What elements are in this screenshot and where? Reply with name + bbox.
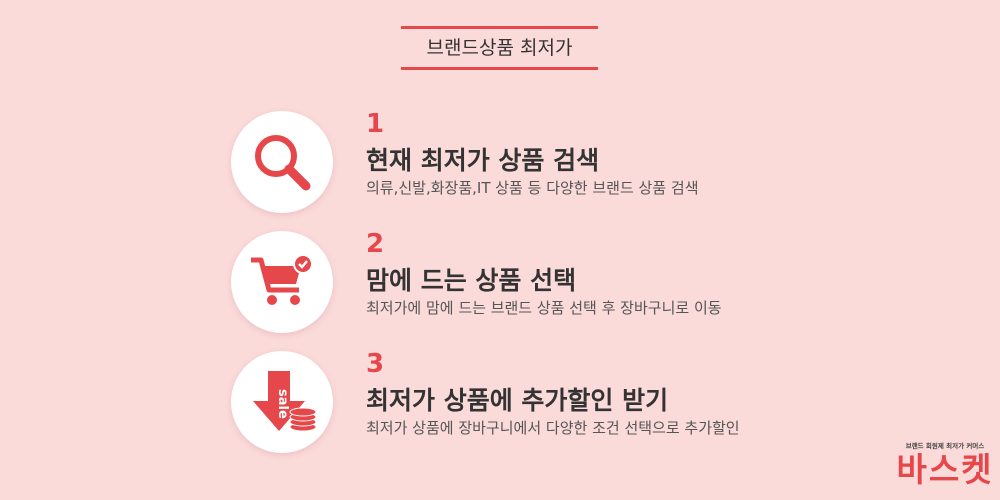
page-title: 브랜드상품 최저가 (401, 26, 598, 70)
step-description: 최저가에 맘에 드는 브랜드 상품 선택 후 장바구니로 이동 (366, 299, 722, 317)
step-number: 3 (366, 349, 385, 379)
logo-name: 바스켓 (896, 450, 994, 489)
step-heading: 맘에 드는 상품 선택 (366, 266, 577, 295)
step-heading: 최저가 상품에 추가할인 받기 (366, 386, 669, 415)
coins-icon (289, 407, 317, 432)
search-icon (255, 135, 311, 191)
cart-check-icon (251, 254, 313, 305)
step-description: 의류,신발,화장품,IT 상품 등 다양한 브랜드 상품 검색 (366, 179, 699, 197)
step-3: sale 3 최저가 상품에 추가할인 받기 최저가 상품에 장바구니에서 다양… (231, 349, 831, 453)
step-icon-circle (231, 111, 333, 213)
step-description: 최저가 상품에 장바구니에서 다양한 조건 선택으로 추가할인 (366, 419, 740, 437)
step-heading: 현재 최저가 상품 검색 (366, 146, 600, 175)
sale-arrow-icon: sale (253, 371, 317, 432)
brand-logo: 브랜드 회원제 최저가 커머스 바스켓 (895, 440, 995, 490)
logo-tagline: 브랜드 회원제 최저가 커머스 (905, 442, 985, 450)
step-icon-circle (231, 231, 333, 333)
step-number: 2 (366, 229, 385, 259)
step-2: 2 맘에 드는 상품 선택 최저가에 맘에 드는 브랜드 상품 선택 후 장바구… (231, 229, 831, 333)
step-icon-circle: sale (231, 351, 333, 453)
step-1: 1 현재 최저가 상품 검색 의류,신발,화장품,IT 상품 등 다양한 브랜드… (231, 109, 831, 213)
step-number: 1 (366, 109, 385, 139)
svg-text:sale: sale (275, 389, 290, 419)
